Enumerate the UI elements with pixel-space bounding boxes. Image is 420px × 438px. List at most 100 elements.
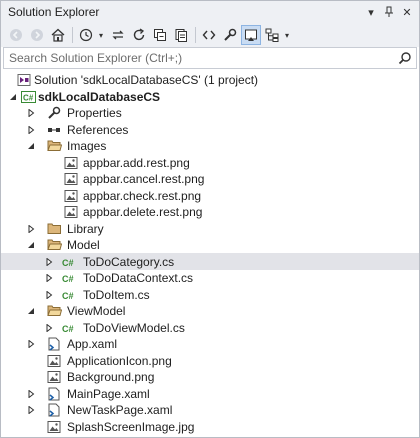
tree-item-file[interactable]: appbar.delete.rest.png bbox=[1, 203, 419, 220]
toolbar: ▾ ▾ bbox=[1, 23, 419, 47]
tree-item-file[interactable]: appbar.add.rest.png bbox=[1, 154, 419, 171]
tree-item-images-folder[interactable]: Images bbox=[1, 137, 419, 154]
tree-item-file[interactable]: appbar.check.rest.png bbox=[1, 187, 419, 204]
close-icon[interactable]: ✕ bbox=[399, 3, 415, 21]
class-diagram-icon[interactable] bbox=[262, 25, 282, 45]
view-code-icon[interactable] bbox=[199, 25, 219, 45]
expand-arrow-icon[interactable] bbox=[26, 224, 36, 234]
tree-item-label: Background.png bbox=[67, 369, 155, 384]
image-file-icon bbox=[46, 369, 62, 385]
show-all-files-icon[interactable] bbox=[171, 25, 191, 45]
collapse-arrow-icon[interactable] bbox=[26, 141, 36, 151]
back-icon[interactable] bbox=[6, 25, 26, 45]
csharp-file-icon: C# bbox=[62, 287, 78, 303]
tree-item-file[interactable]: MainPage.xaml bbox=[1, 385, 419, 402]
tree-item-label: ToDoItem.cs bbox=[83, 287, 150, 302]
dropdown-icon[interactable]: ▾ bbox=[363, 3, 379, 21]
collapse-arrow-icon[interactable] bbox=[26, 306, 36, 316]
svg-text:C#: C# bbox=[62, 258, 74, 268]
tree-item-solution[interactable]: Solution 'sdkLocalDatabaseCS' (1 project… bbox=[1, 71, 419, 88]
solution-explorer-window: Solution Explorer ▾ ✕ ▾ ▾ Search Solutio… bbox=[0, 0, 420, 438]
expand-arrow-icon[interactable] bbox=[44, 273, 54, 283]
tree-item-file[interactable]: NewTaskPage.xaml bbox=[1, 401, 419, 418]
tree-item-label: ViewModel bbox=[67, 303, 126, 318]
xaml-file-icon bbox=[46, 386, 62, 402]
image-file-icon bbox=[63, 171, 79, 187]
tree-item-model-folder[interactable]: Model bbox=[1, 236, 419, 253]
tree-item-label: SplashScreenImage.jpg bbox=[67, 419, 195, 434]
tree-item-label: sdkLocalDatabaseCS bbox=[38, 89, 161, 104]
solution-icon bbox=[16, 72, 32, 88]
expand-arrow-icon[interactable] bbox=[44, 290, 54, 300]
pin-icon[interactable] bbox=[381, 3, 397, 21]
tree-item-label: References bbox=[67, 122, 129, 137]
chevron-down-icon[interactable]: ▾ bbox=[283, 31, 291, 40]
image-file-icon bbox=[63, 204, 79, 220]
collapse-arrow-icon[interactable] bbox=[8, 92, 18, 102]
expand-arrow-icon[interactable] bbox=[26, 339, 36, 349]
home-icon[interactable] bbox=[48, 25, 68, 45]
csharp-file-icon: C# bbox=[62, 320, 78, 336]
tree-item-label: ToDoViewModel.cs bbox=[83, 320, 185, 335]
svg-text:C#: C# bbox=[62, 324, 74, 334]
collapse-arrow-icon[interactable] bbox=[26, 240, 36, 250]
properties-icon[interactable] bbox=[220, 25, 240, 45]
tree-item-library-folder[interactable]: Library bbox=[1, 220, 419, 237]
svg-text:C#: C# bbox=[62, 274, 74, 284]
chevron-down-icon[interactable]: ▾ bbox=[97, 31, 105, 40]
tree-item-label: appbar.delete.rest.png bbox=[83, 204, 203, 219]
tree-item-label: ApplicationIcon.png bbox=[67, 353, 172, 368]
tree-item-label: MainPage.xaml bbox=[67, 386, 150, 401]
tree-item-viewmodel-folder[interactable]: ViewModel bbox=[1, 302, 419, 319]
expand-arrow-icon[interactable] bbox=[26, 125, 36, 135]
tree-item-references[interactable]: References bbox=[1, 121, 419, 138]
expand-arrow-icon[interactable] bbox=[26, 389, 36, 399]
window-title: Solution Explorer bbox=[8, 5, 100, 19]
tree-item-label: appbar.add.rest.png bbox=[83, 155, 190, 170]
history-icon[interactable] bbox=[76, 25, 96, 45]
references-icon bbox=[46, 122, 62, 138]
tree-item-file[interactable]: SplashScreenImage.jpg bbox=[1, 418, 419, 435]
tree-item-file-selected[interactable]: C# ToDoCategory.cs bbox=[1, 253, 419, 270]
expand-arrow-icon[interactable] bbox=[44, 323, 54, 333]
refresh-icon[interactable] bbox=[129, 25, 149, 45]
tree-item-file[interactable]: C# ToDoItem.cs bbox=[1, 286, 419, 303]
collapse-all-icon[interactable] bbox=[150, 25, 170, 45]
folder-open-icon bbox=[46, 237, 62, 253]
expand-arrow-icon[interactable] bbox=[26, 108, 36, 118]
preview-icon[interactable] bbox=[241, 25, 261, 45]
tree-item-label: ToDoCategory.cs bbox=[83, 254, 175, 269]
search-icon[interactable] bbox=[394, 48, 416, 68]
toolbar-separator bbox=[195, 27, 196, 43]
svg-text:C#: C# bbox=[62, 291, 74, 301]
tree-item-label: Library bbox=[67, 221, 104, 236]
tree-item-label: Images bbox=[67, 138, 107, 153]
tree-item-file[interactable]: Background.png bbox=[1, 368, 419, 385]
folder-open-icon bbox=[46, 138, 62, 154]
csharp-file-icon: C# bbox=[62, 270, 78, 286]
folder-open-icon bbox=[46, 303, 62, 319]
tree-item-label: Solution 'sdkLocalDatabaseCS' (1 project… bbox=[34, 72, 259, 87]
xaml-file-icon bbox=[46, 336, 62, 352]
expand-arrow-icon[interactable] bbox=[44, 257, 54, 267]
sync-icon[interactable] bbox=[108, 25, 128, 45]
tree-item-file[interactable]: C# ToDoViewModel.cs bbox=[1, 319, 419, 336]
tree-item-file[interactable]: C# ToDoDataContext.cs bbox=[1, 269, 419, 286]
tree-item-properties[interactable]: Properties bbox=[1, 104, 419, 121]
csharp-file-icon: C# bbox=[62, 254, 78, 270]
tree-item-label: appbar.cancel.rest.png bbox=[83, 171, 205, 186]
wrench-icon bbox=[46, 105, 62, 121]
forward-icon[interactable] bbox=[27, 25, 47, 45]
tree-item-project[interactable]: C# sdkLocalDatabaseCS bbox=[1, 88, 419, 105]
tree-item-file[interactable]: App.xaml bbox=[1, 335, 419, 352]
folder-icon bbox=[46, 221, 62, 237]
search-box[interactable]: Search Solution Explorer (Ctrl+;) bbox=[3, 47, 417, 69]
tree-item-file[interactable]: appbar.cancel.rest.png bbox=[1, 170, 419, 187]
toolbar-separator bbox=[72, 27, 73, 43]
expand-arrow-icon[interactable] bbox=[26, 405, 36, 415]
tree-item-label: App.xaml bbox=[67, 336, 118, 351]
tree-item-label: Model bbox=[67, 237, 100, 252]
search-input[interactable]: Search Solution Explorer (Ctrl+;) bbox=[4, 51, 394, 65]
tree-item-file[interactable]: ApplicationIcon.png bbox=[1, 352, 419, 369]
svg-text:C#: C# bbox=[23, 93, 34, 102]
